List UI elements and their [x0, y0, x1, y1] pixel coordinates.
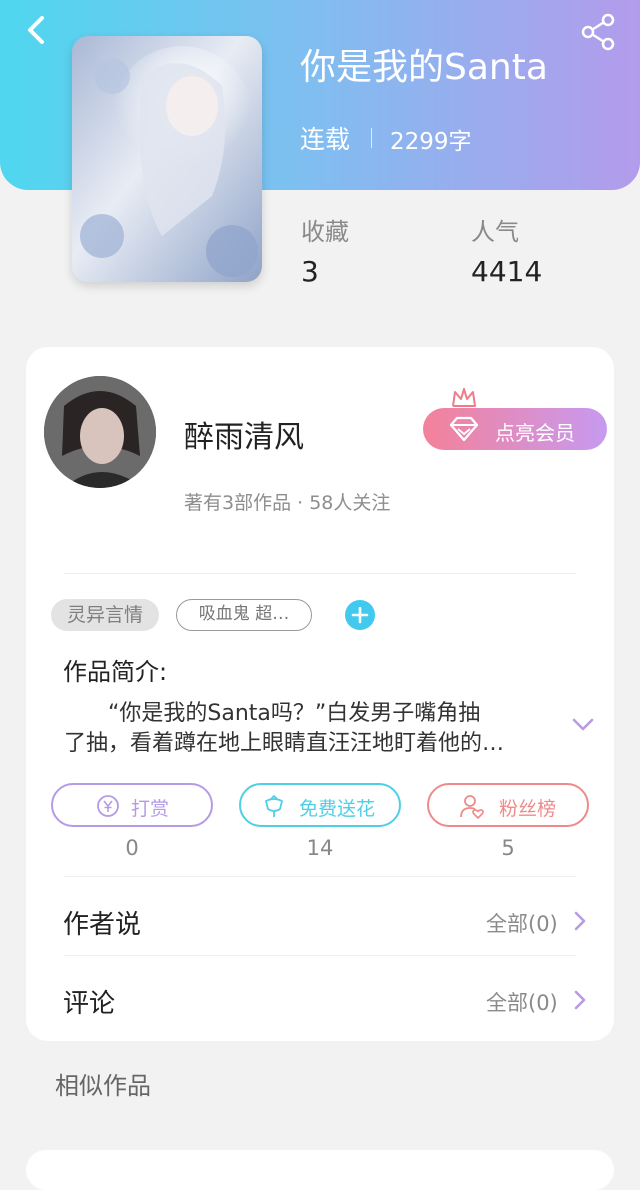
keyword-tag[interactable]: 吸血鬼 超…	[176, 599, 312, 631]
author-meta: 著有3部作品 · 58人关注	[184, 492, 391, 514]
vip-button-label: 点亮会员	[495, 421, 575, 445]
author-notes-all-link[interactable]: 全部(0)	[486, 908, 558, 938]
similar-works-title: 相似作品	[55, 1072, 151, 1100]
similar-works-card	[26, 1150, 614, 1190]
synopsis-text: “你是我的Santa吗？”白发男子嘴角抽 了抽，看着蹲在地上眼睛直汪汪地盯着他的…	[64, 699, 544, 759]
popularity-label: 人气	[471, 218, 519, 246]
author-avatar[interactable]	[44, 376, 156, 488]
divider	[64, 876, 576, 877]
share-icon[interactable]	[578, 12, 620, 54]
chevron-right-icon[interactable]	[571, 987, 589, 1013]
comments-title[interactable]: 评论	[63, 983, 115, 1020]
reward-count: 0	[125, 836, 139, 860]
divider	[64, 955, 576, 956]
diamond-icon	[449, 416, 479, 442]
synopsis-line: 了抽，看着蹲在地上眼睛直汪汪地盯着他的…	[64, 731, 505, 756]
user-heart-icon	[460, 795, 484, 819]
comments-all-link[interactable]: 全部(0)	[486, 987, 558, 1017]
serialization-status: 连载	[300, 125, 351, 154]
fan-ranking-label: 粉丝榜	[499, 798, 557, 820]
divider	[64, 573, 576, 574]
chevron-down-icon[interactable]	[570, 714, 596, 736]
author-name[interactable]: 醉雨清风	[184, 412, 304, 456]
yen-coin-icon	[97, 795, 119, 817]
plus-icon[interactable]	[345, 600, 375, 630]
back-arrow-icon[interactable]	[18, 12, 58, 52]
meta-divider	[371, 128, 372, 148]
popularity-count: 4414	[471, 255, 543, 288]
word-count: 2299字	[390, 129, 472, 155]
author-notes-title[interactable]: 作者说	[63, 904, 141, 941]
chevron-right-icon[interactable]	[571, 908, 589, 934]
send-flower-button[interactable]: 免费送花	[239, 783, 401, 827]
fans-count: 5	[501, 836, 515, 860]
fan-ranking-button[interactable]: 粉丝榜	[427, 783, 589, 827]
synopsis-line: “你是我的Santa吗？”白发男子嘴角抽	[108, 701, 481, 726]
flower-count: 14	[306, 836, 334, 860]
send-flower-label: 免费送花	[299, 798, 376, 820]
book-cover-image[interactable]	[72, 36, 262, 282]
favorites-count: 3	[301, 255, 319, 288]
genre-tag[interactable]: 灵异言情	[51, 599, 159, 631]
synopsis-title: 作品简介:	[63, 658, 168, 686]
flower-icon	[265, 795, 283, 817]
favorites-label: 收藏	[301, 218, 349, 246]
crown-icon	[452, 388, 476, 407]
reward-label: 打赏	[131, 798, 170, 820]
book-title: 你是我的Santa	[300, 47, 548, 88]
reward-button[interactable]: 打赏	[51, 783, 213, 827]
